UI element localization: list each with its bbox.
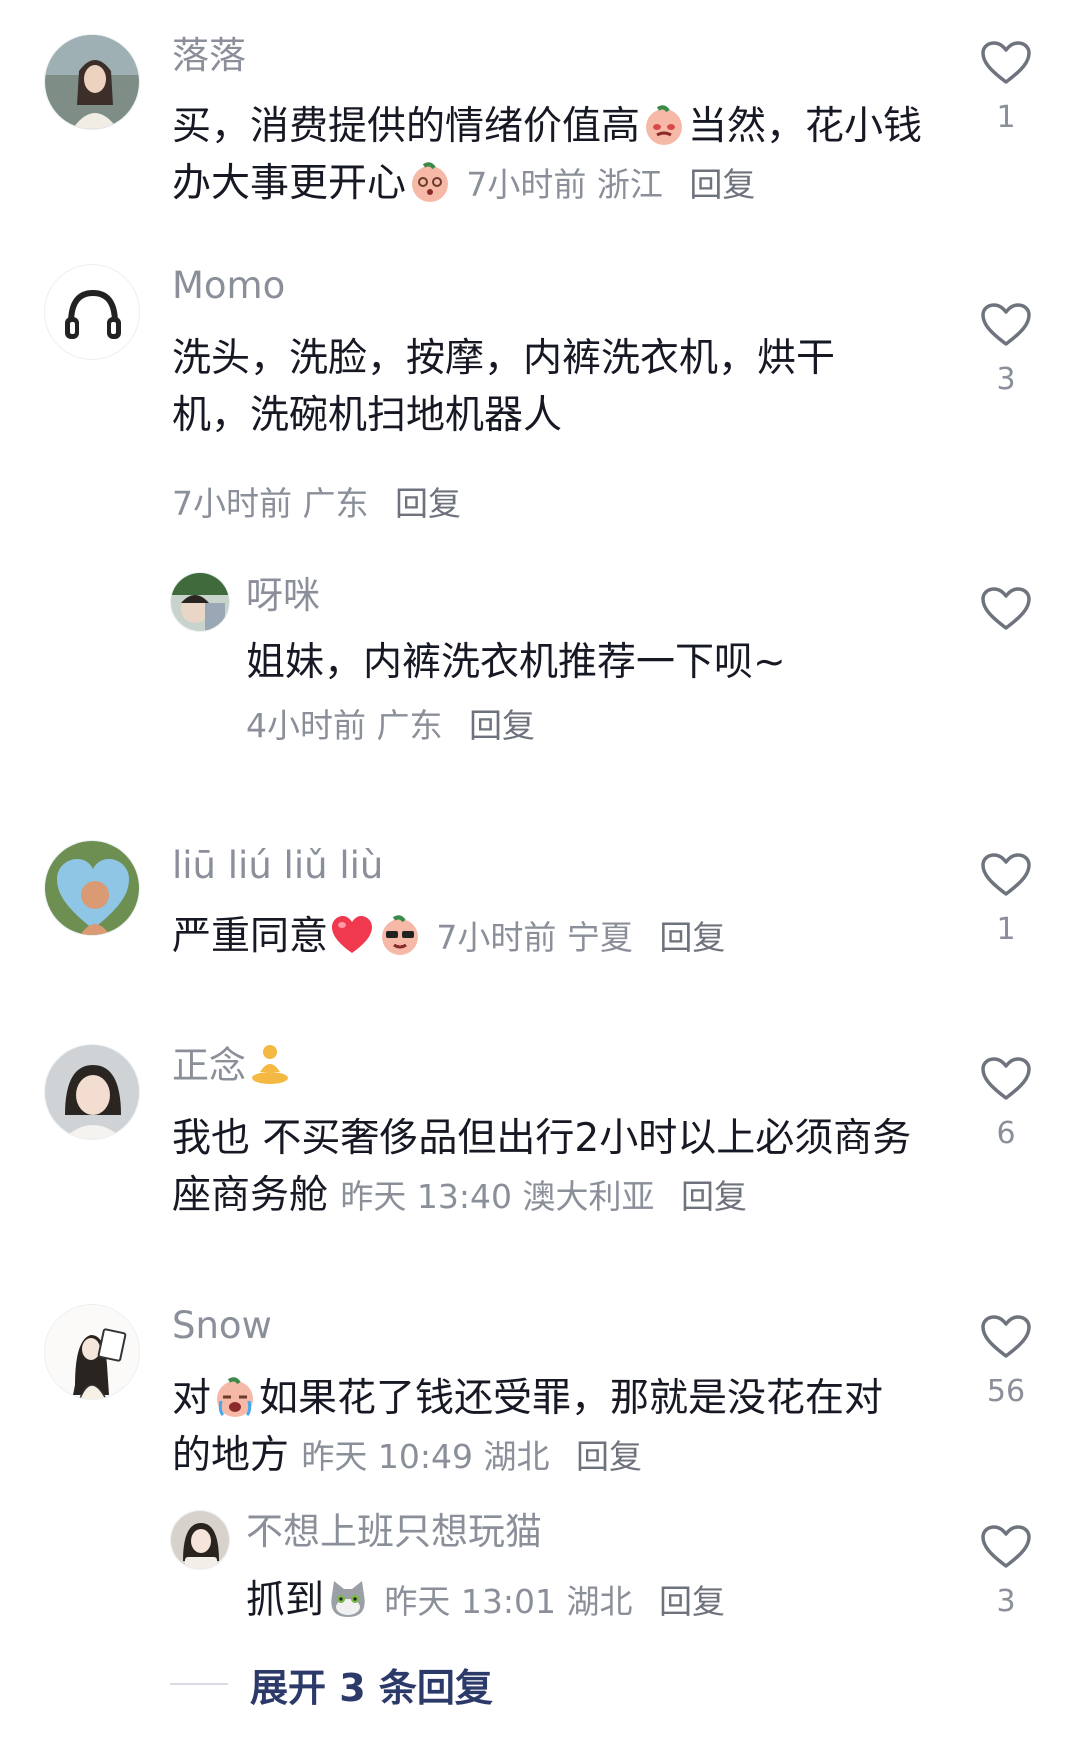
comment-author-label[interactable]: 正念 <box>172 1044 246 1087</box>
comment-author[interactable]: 落落 <box>172 32 246 80</box>
like-button[interactable]: 56 <box>978 1314 1034 1409</box>
comment-text-part: 买，消费提供的情绪价值高 <box>172 104 641 149</box>
comment-location: 浙江 <box>596 165 663 204</box>
comment-meta: 昨天 13:40 澳大利亚 回复 <box>340 1177 747 1216</box>
like-count: 1 <box>996 100 1016 135</box>
heart-icon <box>981 1525 1031 1568</box>
comment-meta: 昨天 10:49 湖北 回复 <box>301 1437 642 1476</box>
avatar[interactable] <box>44 34 140 130</box>
comment-text: 我也 不买奢侈品但出行2小时以上必须商务座商务舱 昨天 13:40 澳大利亚 回… <box>172 1110 932 1225</box>
peach-crying-emoji-icon <box>642 103 686 147</box>
like-count: 3 <box>996 362 1016 397</box>
reply-meta: 4小时前 广东 回复 <box>246 702 535 750</box>
reply-location: 湖北 <box>566 1582 633 1621</box>
comment-text: 买，消费提供的情绪价值高 当然，花小钱办大事更开心 7小时前 浙江 回复 <box>172 98 932 213</box>
reply-button[interactable]: 回复 <box>395 484 461 523</box>
like-count: 6 <box>996 1116 1016 1151</box>
reply-meta: 昨天 13:01 湖北 回复 <box>384 1582 725 1621</box>
expand-replies-button[interactable]: 展开 3 条回复 <box>170 1660 493 1710</box>
comment-time: 7小时前 <box>172 484 292 523</box>
comment-author[interactable]: liū liú liǔ liù <box>172 842 383 890</box>
like-button[interactable]: 1 <box>978 852 1034 947</box>
reply-text: 姐妹，内裤洗衣机推荐一下呗~ <box>246 640 786 685</box>
like-count: 1 <box>996 912 1016 947</box>
avatar[interactable] <box>44 840 140 936</box>
peach-dizzy-emoji-icon <box>408 160 452 204</box>
comment-text: 对 如果花了钱还受罪，那就是没花在对的地方 昨天 10:49 湖北 回复 <box>172 1370 912 1485</box>
reply-avatar[interactable] <box>170 572 230 632</box>
comment-meta: 7小时前 浙江 回复 <box>466 165 755 204</box>
reply-button[interactable]: 回复 <box>469 706 535 745</box>
comment-location: 宁夏 <box>566 918 633 957</box>
avatar[interactable] <box>44 264 140 360</box>
avatar[interactable] <box>44 1304 140 1400</box>
comment-time: 7小时前 <box>436 918 557 957</box>
like-button[interactable]: 3 <box>978 1524 1034 1619</box>
reply-location: 广东 <box>376 706 443 745</box>
avatar[interactable] <box>44 1044 140 1140</box>
comment-author: 正念 <box>172 1042 294 1090</box>
reply-button[interactable]: 回复 <box>689 165 755 204</box>
comment-text-part: 对 <box>172 1376 212 1421</box>
comment-author[interactable]: Momo <box>172 262 285 310</box>
red-heart-emoji-icon <box>330 913 374 957</box>
comment-time: 7小时前 <box>466 165 587 204</box>
reply-button[interactable]: 回复 <box>681 1177 747 1216</box>
like-button[interactable]: 1 <box>978 40 1034 135</box>
heart-icon <box>981 41 1031 84</box>
divider-line <box>170 1683 228 1685</box>
like-button[interactable]: 6 <box>978 1056 1034 1151</box>
comment-location: 广东 <box>302 484 369 523</box>
reply-text: 抓到 昨天 13:01 湖北 回复 <box>246 1572 886 1630</box>
like-button[interactable] <box>978 586 1034 632</box>
comment-meta: 7小时前 宁夏 回复 <box>436 918 725 957</box>
heart-icon <box>981 1057 1031 1100</box>
heart-icon <box>981 853 1031 896</box>
heart-icon <box>981 1315 1031 1358</box>
comment-meta: 7小时前 广东 回复 <box>172 480 461 528</box>
expand-replies-label: 展开 3 条回复 <box>250 1665 493 1710</box>
cat-emoji-icon <box>326 1577 370 1621</box>
comment-author[interactable]: Snow <box>172 1302 272 1350</box>
reply-button[interactable]: 回复 <box>576 1437 642 1476</box>
comment-text: 洗头，洗脸，按摩，内裤洗衣机，烘干机，洗碗机扫地机器人 <box>172 336 836 438</box>
reply-time: 4小时前 <box>246 706 366 745</box>
peach-cool-emoji-icon <box>378 913 422 957</box>
comment-text-part: 严重同意 <box>172 914 329 959</box>
comment-time: 昨天 10:49 <box>301 1437 474 1476</box>
reply-avatar[interactable] <box>170 1510 230 1570</box>
comment-text: 严重同意 7小时前 宁夏 回复 <box>172 908 932 966</box>
reply-button[interactable]: 回复 <box>659 918 725 957</box>
heart-icon <box>981 587 1031 630</box>
reply-author[interactable]: 呀咪 <box>246 572 320 620</box>
comment-time: 昨天 13:40 <box>340 1177 513 1216</box>
meditation-emoji-icon <box>248 1042 292 1086</box>
peach-sob-emoji-icon <box>213 1375 257 1419</box>
like-count: 3 <box>996 1584 1016 1619</box>
comment-location: 澳大利亚 <box>522 1177 655 1216</box>
reply-text-part: 抓到 <box>246 1578 325 1623</box>
reply-time: 昨天 13:01 <box>384 1582 557 1621</box>
heart-icon <box>981 303 1031 346</box>
reply-author[interactable]: 不想上班只想玩猫 <box>246 1508 542 1556</box>
reply-button[interactable]: 回复 <box>659 1582 725 1621</box>
like-button[interactable]: 3 <box>978 302 1034 397</box>
like-count: 56 <box>986 1374 1026 1409</box>
comment-location: 湖北 <box>483 1437 550 1476</box>
